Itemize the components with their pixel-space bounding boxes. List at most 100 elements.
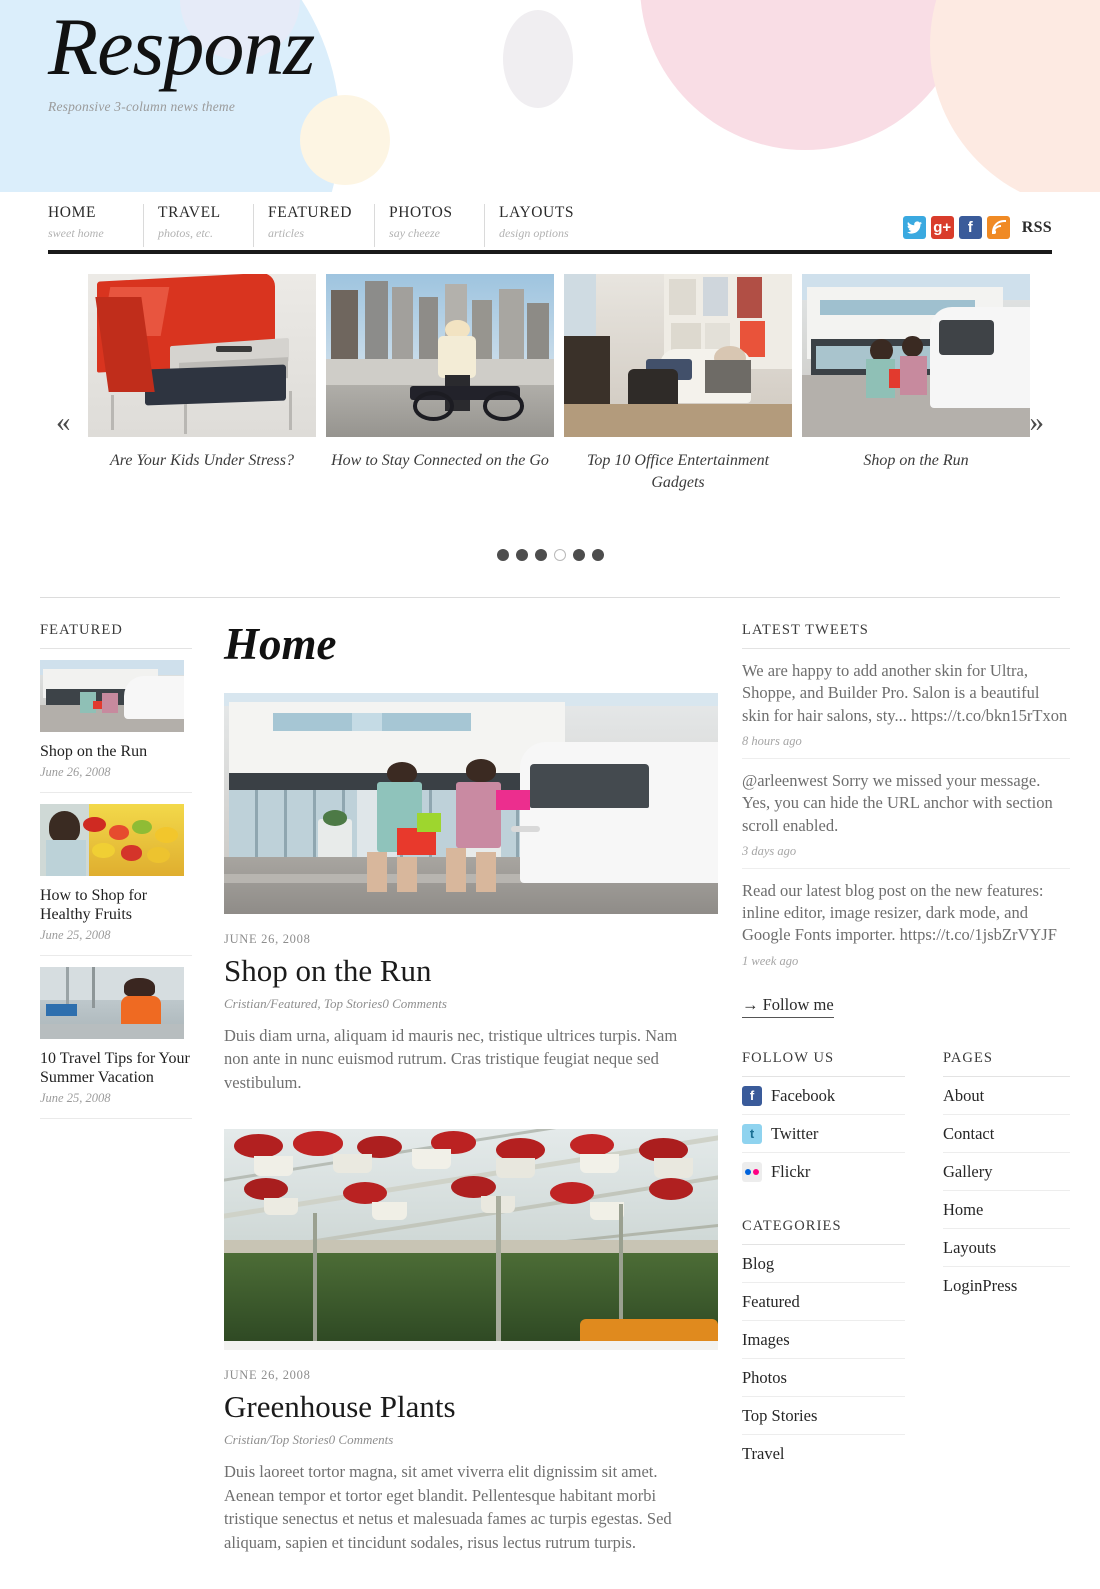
categories-widget: CATEGORIES Blog Featured Images Photos T… — [742, 1218, 905, 1472]
carousel-dot-5[interactable] — [572, 549, 585, 562]
twitter-icon: t — [742, 1123, 762, 1144]
carousel-thumbnail-shop-on-the-run[interactable] — [802, 274, 1030, 437]
post-image-greenhouse-plants[interactable] — [224, 1129, 718, 1351]
site-header: Responz Responsive 3-column news theme — [0, 0, 1100, 192]
carousel-caption[interactable]: Are Your Kids Under Stress? — [88, 450, 316, 472]
page-item-contact[interactable]: Contact — [943, 1115, 1070, 1153]
carousel-dot-2[interactable] — [515, 549, 528, 562]
rss-icon[interactable] — [986, 216, 1010, 239]
post-comments[interactable]: 0 Comments — [382, 996, 447, 1011]
follow-item-label: Twitter — [771, 1123, 819, 1143]
sidebar-column-right: PAGES About Contact Gallery Home Layouts… — [905, 1050, 1070, 1472]
follow-me-link[interactable]: → Follow me — [742, 995, 834, 1018]
post-author[interactable]: Cristian — [224, 996, 267, 1011]
rss-glyph — [991, 219, 1007, 235]
post-excerpt: Duis laoreet tortor magna, sit amet vive… — [224, 1461, 672, 1553]
nav-item-photos[interactable]: PHOTOS say cheeze — [389, 204, 486, 247]
nav-item-home[interactable]: HOME sweet home — [48, 204, 144, 247]
page-item-layouts[interactable]: Layouts — [943, 1229, 1070, 1267]
follow-item-facebook[interactable]: f Facebook — [742, 1077, 905, 1115]
category-item-blog[interactable]: Blog — [742, 1245, 905, 1283]
featured-item-title[interactable]: Shop on the Run — [40, 742, 192, 762]
nav-sublabel: photos, etc. — [158, 225, 213, 240]
nav-item-layouts[interactable]: LAYOUTS design options — [499, 204, 596, 247]
follow-item-label: Facebook — [771, 1085, 836, 1105]
carousel-thumbnail-living-room[interactable] — [564, 274, 792, 437]
twitter-icon[interactable] — [902, 216, 926, 239]
facebook-icon[interactable]: f — [958, 216, 982, 239]
nav-item-travel[interactable]: TRAVEL photos, etc. — [158, 204, 254, 247]
facebook-icon: f — [742, 1085, 762, 1106]
featured-item-title[interactable]: 10 Travel Tips for Your Summer Vacation — [40, 1049, 192, 1088]
page-layout: FEATURED Shop on the Run June 26, 2008 H… — [0, 598, 1100, 1589]
category-item-featured[interactable]: Featured — [742, 1283, 905, 1321]
tweet-text: @arleenwest Sorry we missed your message… — [742, 770, 1053, 835]
post-date: JUNE 26, 2008 — [224, 1368, 311, 1383]
nav-sublabel: sweet home — [48, 225, 104, 240]
post-excerpt: Duis diam urna, aliquam id mauris nec, t… — [224, 1025, 678, 1093]
featured-thumbnail-shop-on-the-run[interactable] — [40, 660, 184, 733]
tweet-item: We are happy to add another skin for Ult… — [742, 649, 1070, 759]
nav-item-featured[interactable]: FEATURED articles — [268, 204, 376, 247]
tweet-text: Read our latest blog post on the new fea… — [742, 880, 1057, 945]
post-categories[interactable]: Top Stories — [270, 1432, 328, 1447]
main-navigation: HOME sweet home TRAVEL photos, etc. FEAT… — [48, 204, 1052, 254]
category-item-travel[interactable]: Travel — [742, 1435, 905, 1472]
pages-widget-title: PAGES — [943, 1049, 994, 1066]
rss-label[interactable]: RSS — [1022, 219, 1052, 237]
nav-label: PHOTOS — [389, 204, 453, 221]
follow-item-twitter[interactable]: t Twitter — [742, 1115, 905, 1153]
carousel-dot-3[interactable] — [534, 549, 547, 562]
carousel-next-arrow[interactable]: » — [1030, 408, 1045, 437]
tweets-widget-title: LATEST TWEETS — [742, 622, 869, 639]
page-item-about[interactable]: About — [943, 1077, 1070, 1115]
page-item-gallery[interactable]: Gallery — [943, 1153, 1070, 1191]
carousel-prev-arrow[interactable]: « — [56, 408, 71, 437]
post-title[interactable]: Greenhouse Plants — [224, 1389, 704, 1424]
post-meta: Cristian/Top Stories0 Comments — [224, 1432, 704, 1448]
post-greenhouse-plants: JUNE 26, 2008 Greenhouse Plants Cristian… — [224, 1129, 718, 1555]
tweet-timestamp: 3 days ago — [742, 843, 797, 858]
page-item-home[interactable]: Home — [943, 1191, 1070, 1229]
carousel-thumbnail-red-chair[interactable] — [88, 274, 316, 437]
post-date: JUNE 26, 2008 — [224, 932, 311, 947]
category-item-images[interactable]: Images — [742, 1321, 905, 1359]
list-item: Shop on the Run June 26, 2008 — [40, 649, 192, 793]
featured-carousel: « » Are Your Kids Under Stress? How to S… — [40, 266, 1060, 579]
carousel-caption[interactable]: How to Stay Connected on the Go — [326, 450, 554, 472]
featured-thumbnail-healthy-fruits[interactable] — [40, 803, 184, 876]
carousel-caption[interactable]: Top 10 Office Entertainment Gadgets — [564, 450, 792, 493]
post-title[interactable]: Shop on the Run — [224, 953, 704, 988]
list-item: 10 Travel Tips for Your Summer Vacation … — [40, 956, 192, 1119]
sidebar-column-left: FOLLOW US f Facebook t Twitter Flickr CA… — [742, 1050, 905, 1472]
category-item-photos[interactable]: Photos — [742, 1359, 905, 1397]
featured-thumbnail-travel-tips[interactable] — [40, 966, 184, 1039]
featured-item-date: June 25, 2008 — [40, 1090, 111, 1105]
page-item-loginpress[interactable]: LoginPress — [943, 1267, 1070, 1304]
carousel-dot-4[interactable] — [553, 549, 566, 562]
carousel-slide: Shop on the Run — [802, 274, 1030, 493]
carousel-dot-6[interactable] — [591, 549, 604, 562]
post-comments[interactable]: 0 Comments — [329, 1432, 394, 1447]
follow-item-flickr[interactable]: Flickr — [742, 1153, 905, 1190]
post-author[interactable]: Cristian — [224, 1432, 267, 1447]
post-meta: Cristian/Featured, Top Stories0 Comments — [224, 996, 704, 1012]
site-tagline: Responsive 3-column news theme — [48, 99, 236, 115]
nav-sublabel: design options — [499, 225, 569, 240]
list-item: How to Shop for Healthy Fruits June 25, … — [40, 793, 192, 956]
tweet-timestamp: 1 week ago — [742, 953, 799, 968]
post-image-shop-on-the-run[interactable] — [224, 693, 718, 915]
carousel-dot-1[interactable] — [496, 549, 509, 562]
main-content: Home JUNE 26, 2008 Shop on the Run Crist… — [192, 619, 718, 1589]
post-categories[interactable]: Featured, Top Stories — [270, 996, 382, 1011]
carousel-thumbnail-motorcycle[interactable] — [326, 274, 554, 437]
featured-item-title[interactable]: How to Shop for Healthy Fruits — [40, 886, 192, 925]
google-plus-icon[interactable]: g+ — [930, 216, 954, 239]
social-links: g+ f RSS — [902, 216, 1052, 247]
flickr-icon — [742, 1161, 762, 1182]
site-title[interactable]: Responz — [48, 0, 1052, 90]
categories-widget-title: CATEGORIES — [742, 1217, 842, 1234]
carousel-caption[interactable]: Shop on the Run — [802, 450, 1030, 472]
page-title: Home — [224, 619, 337, 670]
category-item-top-stories[interactable]: Top Stories — [742, 1397, 905, 1435]
